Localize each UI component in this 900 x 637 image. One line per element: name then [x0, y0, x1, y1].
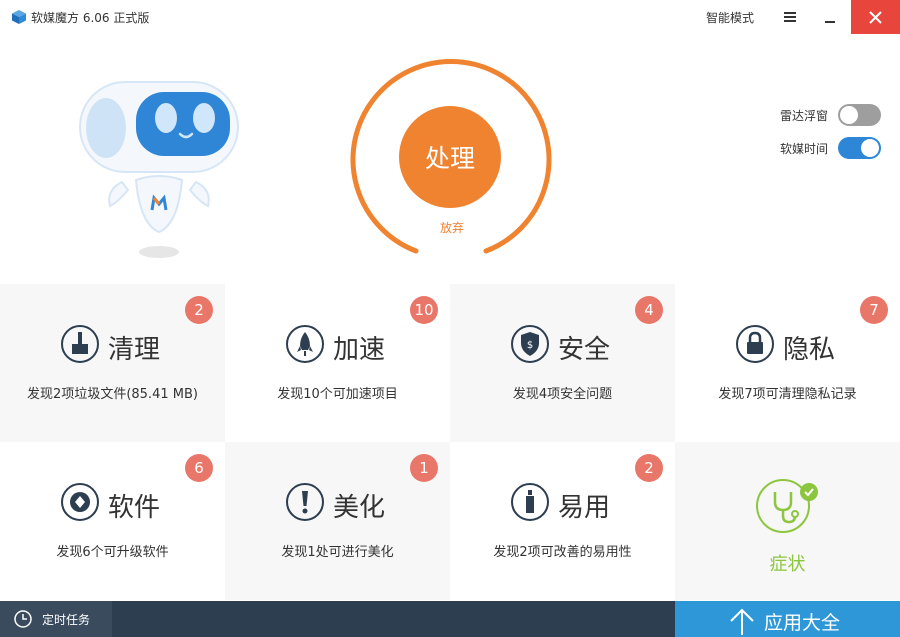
tile-title: 清理: [108, 335, 161, 365]
title-bar: 软媒魔方 6.06 正式版 智能模式: [0, 0, 900, 34]
count-badge: 7: [860, 296, 888, 324]
tile-desc: 发现10个可加速项目: [277, 387, 398, 402]
shield-icon: $: [511, 325, 549, 363]
close-icon: [869, 11, 882, 24]
radar-float-toggle-row: 雷达浮窗: [780, 103, 881, 127]
tile-title: 易用: [558, 493, 611, 523]
tile-title: 加速: [333, 335, 386, 365]
smart-mode-button[interactable]: 智能模式: [706, 9, 754, 26]
radar-float-toggle[interactable]: [838, 104, 881, 126]
close-button[interactable]: [851, 0, 900, 34]
bottle-icon: [511, 483, 549, 521]
rocket-icon: [286, 325, 324, 363]
tile-speedup[interactable]: 加速 发现10个可加速项目 10: [225, 284, 450, 442]
tile-desc: 发现6个可升级软件: [56, 545, 169, 560]
tile-title: 安全: [558, 335, 611, 365]
tile-title: 隐私: [783, 335, 836, 365]
count-badge: 2: [185, 296, 213, 324]
count-badge: 4: [635, 296, 663, 324]
exclamation-icon: [286, 483, 324, 521]
process-button[interactable]: 处理: [399, 106, 501, 208]
clock-icon: [14, 610, 32, 628]
scheduled-task-label: 定时任务: [42, 613, 91, 627]
toggle-knob: [840, 106, 858, 124]
ruanmei-time-toggle[interactable]: [838, 137, 881, 159]
hero-panel: 处理 放弃 雷达浮窗 软媒时间: [0, 34, 900, 284]
tile-desc: 发现1处可进行美化: [281, 545, 394, 560]
radar-float-label: 雷达浮窗: [780, 108, 829, 123]
minimize-icon[interactable]: [818, 6, 842, 28]
tile-software[interactable]: 软件 发现6个可升级软件 6: [0, 442, 225, 600]
all-apps-button[interactable]: 应用大全: [675, 601, 900, 637]
robot-mascot: [79, 81, 239, 258]
tile-title: 美化: [333, 493, 386, 523]
bottom-bar: 定时任务 应用大全: [0, 601, 900, 637]
broom-icon: [61, 325, 99, 363]
tile-desc: 发现2项可改善的易用性: [493, 545, 632, 560]
tile-title: 软件: [108, 493, 161, 523]
tile-symptom[interactable]: 症状: [675, 442, 900, 600]
scheduled-task-button[interactable]: 定时任务: [0, 601, 112, 637]
tile-beautify[interactable]: 美化 发现1处可进行美化 1: [225, 442, 450, 600]
tile-privacy[interactable]: 隐私 发现7项可清理隐私记录 7: [675, 284, 900, 442]
all-apps-label: 应用大全: [764, 612, 841, 634]
tile-clean[interactable]: 清理 发现2项垃圾文件(85.41 MB) 2: [0, 284, 225, 442]
count-badge: 10: [410, 296, 438, 324]
app-logo-icon: [12, 10, 26, 24]
tile-desc: 发现7项可清理隐私记录: [718, 387, 857, 402]
menu-icon[interactable]: [778, 6, 802, 28]
tile-security[interactable]: $ 安全 发现4项安全问题 4: [450, 284, 675, 442]
lock-icon: [736, 325, 774, 363]
symptom-label: 症状: [769, 554, 806, 575]
app-title: 软媒魔方 6.06 正式版: [31, 11, 150, 25]
count-badge: 2: [635, 454, 663, 482]
tile-desc: 发现4项安全问题: [512, 387, 613, 402]
ruanmei-time-label: 软媒时间: [780, 141, 829, 156]
arrow-up-icon: [730, 608, 754, 635]
stethoscope-icon: [756, 479, 818, 533]
count-badge: 1: [410, 454, 438, 482]
aperture-icon: [61, 483, 99, 521]
tile-usability[interactable]: 易用 发现2项可改善的易用性 2: [450, 442, 675, 600]
count-badge: 6: [185, 454, 213, 482]
abandon-link[interactable]: 放弃: [430, 219, 474, 236]
toggle-knob: [861, 139, 879, 157]
tile-desc: 发现2项垃圾文件(85.41 MB): [27, 387, 198, 402]
svg-text:$: $: [527, 340, 533, 351]
ruanmei-time-toggle-row: 软媒时间: [780, 136, 881, 160]
